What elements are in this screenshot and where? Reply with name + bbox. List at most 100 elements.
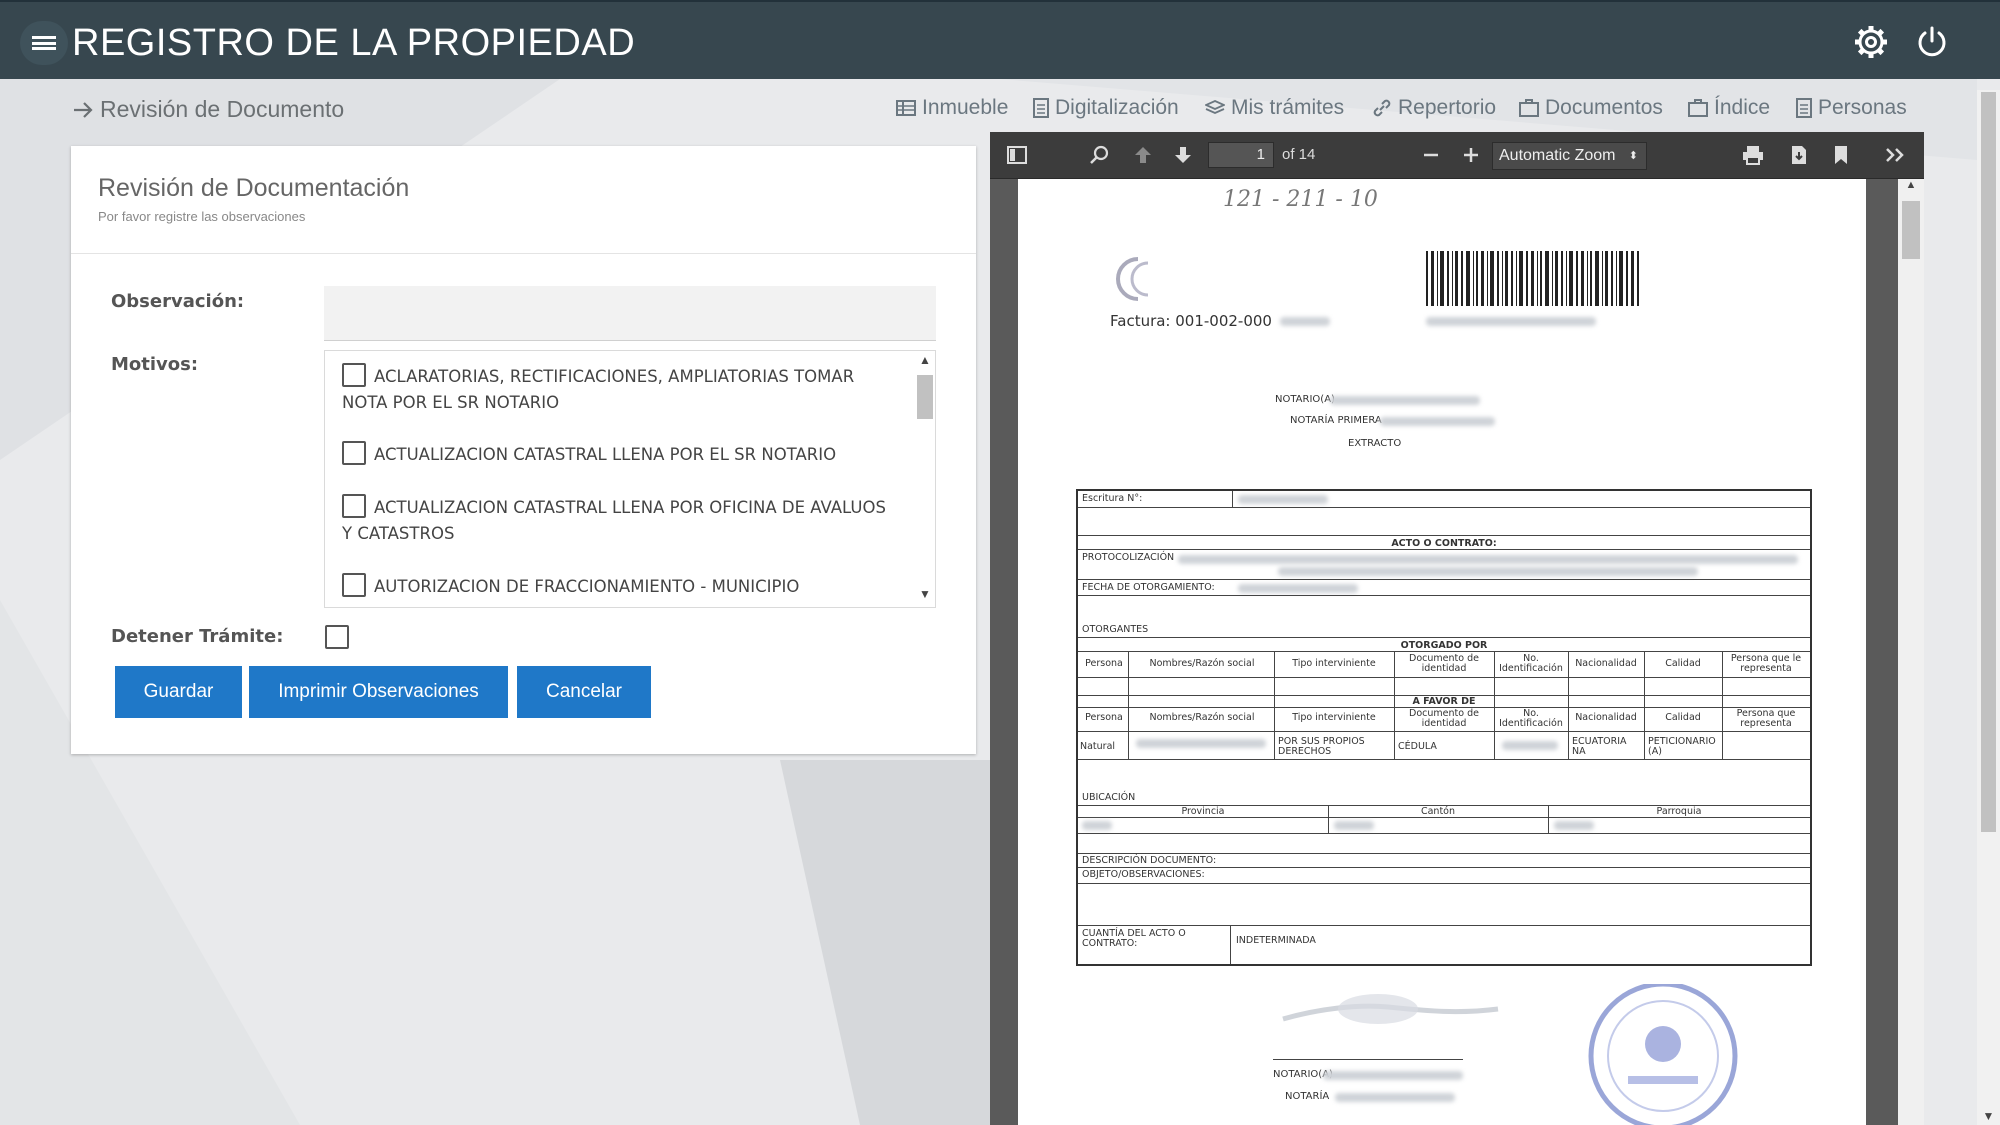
redacted-text <box>1380 417 1495 426</box>
redacted-text <box>1178 555 1798 564</box>
redacted-text <box>1426 317 1596 326</box>
scroll-up-icon[interactable]: ▲ <box>1898 179 1924 197</box>
motivos-list[interactable]: ACLARATORIAS, RECTIFICACIONES, AMPLIATOR… <box>324 350 936 608</box>
motivo-item[interactable]: ACTUALIZACION CATASTRAL LLENA POR OFICIN… <box>342 494 895 547</box>
scroll-up-icon[interactable]: ▲ <box>915 353 935 371</box>
nav-personas[interactable]: Personas <box>1796 96 1907 120</box>
fecha-label: FECHA DE OTORGAMIENTO: <box>1082 582 1215 593</box>
nav-indice[interactable]: Índice <box>1688 96 1770 120</box>
motivo-checkbox[interactable] <box>342 573 366 597</box>
motivo-checkbox[interactable] <box>342 494 366 518</box>
menu-button[interactable] <box>20 21 68 65</box>
scrollbar-thumb[interactable] <box>1902 201 1920 259</box>
scrollbar-thumb[interactable] <box>1981 92 1996 832</box>
motivo-item[interactable]: ACTUALIZACION CATASTRAL LLENA POR EL SR … <box>342 441 895 468</box>
motivos-scrollbar[interactable]: ▲ ▼ <box>915 351 935 607</box>
observacion-label: Observación: <box>111 291 245 312</box>
nav-mis-tramites[interactable]: Mis trámites <box>1205 96 1344 120</box>
cell-nacionalidad: ECUATORIA NA <box>1572 736 1627 757</box>
zoom-out-icon[interactable] <box>1418 142 1444 168</box>
nav-label: Índice <box>1714 96 1771 119</box>
nav-repertorio[interactable]: Repertorio <box>1372 96 1496 120</box>
sidebar-toggle-icon[interactable] <box>1004 142 1030 168</box>
pdf-toolbar: 1 of 14 Automatic Zoom ⬍ <box>990 132 1924 179</box>
observacion-input[interactable] <box>324 286 936 341</box>
save-button[interactable]: Guardar <box>115 666 242 718</box>
review-form-card: Revisión de Documentación Por favor regi… <box>71 146 976 754</box>
extract-table: Escritura N°: ACTO O CONTRATO: PROTOCOLI… <box>1076 489 1812 966</box>
scrollbar-thumb[interactable] <box>917 375 933 419</box>
nav-inmueble[interactable]: Inmueble <box>896 96 1008 120</box>
form-subtitle: Por favor registre las observaciones <box>98 209 306 224</box>
cell-calidad: PETICIONARIO (A) <box>1648 736 1716 757</box>
gear-icon <box>1855 26 1887 58</box>
page-scrollbar[interactable]: ▼ <box>1977 90 2000 1125</box>
descripcion-label: DESCRIPCIÓN DOCUMENTO: <box>1082 855 1217 866</box>
redacted-text <box>1136 739 1266 748</box>
col-nacionalidad: Nacionalidad <box>1575 658 1637 669</box>
otorgado-por-label: OTORGADO POR <box>1400 640 1488 651</box>
col-calidad: Calidad <box>1665 658 1701 669</box>
nav-label: Documentos <box>1545 96 1663 119</box>
col-canton: Cantón <box>1420 806 1456 817</box>
nav-label: Personas <box>1818 96 1907 119</box>
previous-page-icon[interactable] <box>1130 142 1156 168</box>
print-observations-button[interactable]: Imprimir Observaciones <box>249 666 508 718</box>
col-nombres: Nombres/Razón social <box>1149 658 1255 669</box>
print-icon[interactable] <box>1740 142 1766 168</box>
pdf-viewer: 1 of 14 Automatic Zoom ⬍ 121 - 211 - 10 <box>990 132 1924 1125</box>
download-icon[interactable] <box>1786 142 1812 168</box>
cuantia-value: INDETERMINADA <box>1236 935 1316 946</box>
redacted-text <box>1502 741 1558 750</box>
col-provincia: Provincia <box>1181 806 1225 817</box>
notario-label: NOTARIO(A) <box>1275 394 1335 405</box>
bookmark-icon[interactable] <box>1828 142 1854 168</box>
zoom-value: Automatic Zoom <box>1499 147 1616 164</box>
arrow-right-icon <box>74 101 93 118</box>
next-page-icon[interactable] <box>1170 142 1196 168</box>
nav-label: Digitalización <box>1055 96 1179 119</box>
otorgantes-label: OTORGANTES <box>1082 624 1149 635</box>
layers-icon <box>1205 100 1225 114</box>
scroll-down-icon[interactable]: ▼ <box>1977 1109 2000 1123</box>
extracto-label: EXTRACTO <box>1348 438 1402 449</box>
breadcrumb-label: Revisión de Documento <box>100 96 345 122</box>
search-icon[interactable] <box>1086 142 1112 168</box>
motivo-item[interactable]: AUTORIZACION DE FRACCIONAMIENTO - MUNICI… <box>342 573 895 600</box>
handwritten-number: 121 - 211 - 10 <box>1223 187 1378 212</box>
pdf-scrollbar[interactable]: ▲ <box>1898 179 1924 1125</box>
logout-button[interactable] <box>1912 22 1952 62</box>
breadcrumb: Revisión de Documento <box>72 96 344 123</box>
card-header: Revisión de Documentación Por favor regi… <box>71 146 976 254</box>
redacted-text <box>1280 317 1330 326</box>
redacted-text <box>1335 1093 1455 1102</box>
objeto-label: OBJETO/OBSERVACIONES: <box>1082 869 1205 880</box>
nav-label: Repertorio <box>1398 96 1497 119</box>
motivo-checkbox[interactable] <box>342 441 366 465</box>
col-identificacion: No. Identificación <box>1499 708 1563 729</box>
scroll-down-icon[interactable]: ▼ <box>915 587 935 605</box>
zoom-select[interactable]: Automatic Zoom ⬍ <box>1492 142 1647 170</box>
zoom-in-icon[interactable] <box>1458 142 1484 168</box>
tools-menu-icon[interactable] <box>1880 142 1910 168</box>
signature-line <box>1273 1059 1463 1060</box>
motivo-label: ACLARATORIAS, RECTIFICACIONES, AMPLIATOR… <box>342 367 855 412</box>
cancel-button[interactable]: Cancelar <box>517 666 651 718</box>
protocolizacion-text: PROTOCOLIZACIÓN <box>1082 552 1175 563</box>
motivo-checkbox[interactable] <box>342 363 366 387</box>
col-representa: Persona que le representa <box>1730 653 1802 674</box>
document-icon <box>1796 98 1812 118</box>
cell-persona: Natural <box>1080 741 1116 752</box>
settings-button[interactable] <box>1851 22 1891 62</box>
nav-documentos[interactable]: Documentos <box>1519 96 1663 120</box>
col-calidad: Calidad <box>1665 712 1701 723</box>
notaria-label: NOTARÍA PRIMERA <box>1290 415 1382 426</box>
nav-label: Mis trámites <box>1231 96 1345 119</box>
detener-checkbox[interactable] <box>325 625 349 649</box>
nav-digitalizacion[interactable]: Digitalización <box>1033 96 1179 120</box>
page-number-input[interactable]: 1 <box>1208 142 1274 168</box>
redacted-text <box>1330 396 1480 405</box>
motivo-item[interactable]: ACLARATORIAS, RECTIFICACIONES, AMPLIATOR… <box>342 363 895 416</box>
detener-label: Detener Trámite: <box>111 626 284 647</box>
pdf-page: 121 - 211 - 10 Factura: 001-002-000 NOTA… <box>1018 179 1866 1125</box>
